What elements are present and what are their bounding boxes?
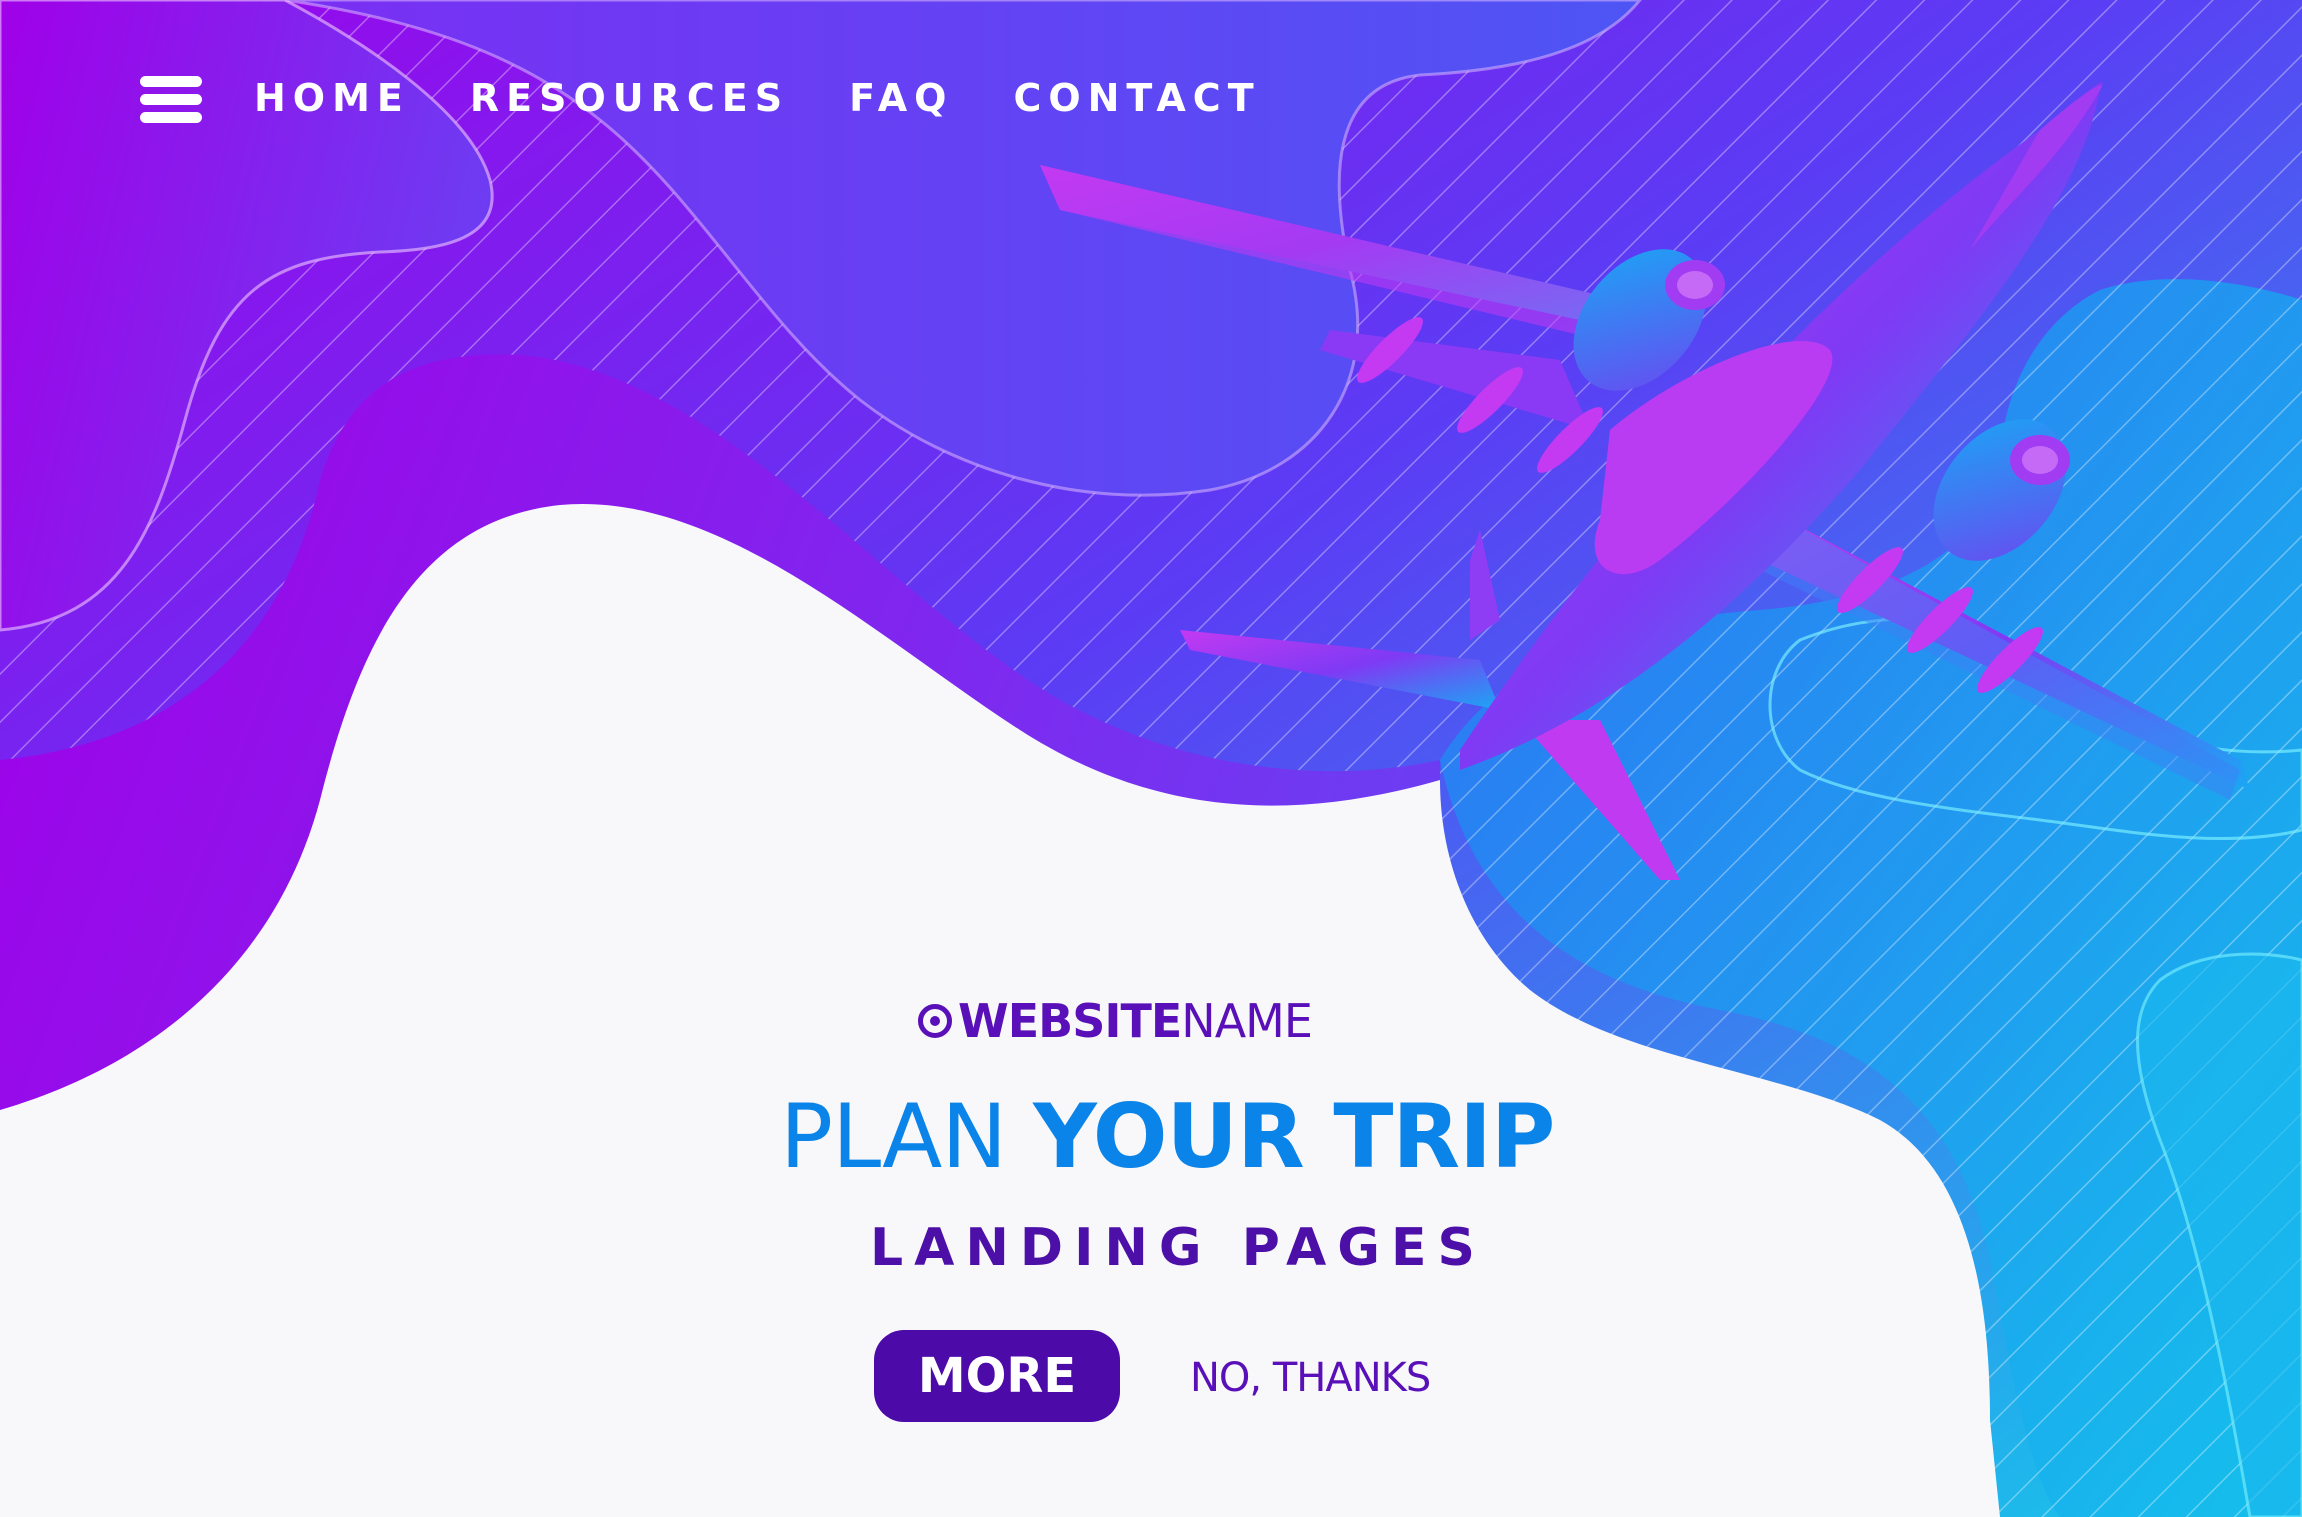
headline-bold: YOUR TRIP [1033,1085,1555,1188]
headline-light: PLAN [780,1085,1034,1188]
nav-item-faq[interactable]: FAQ [849,76,953,120]
hero-subheadline: LANDING PAGES [870,1218,1486,1278]
top-navigation: HOME RESOURCES FAQ CONTACT [140,68,1321,128]
no-thanks-link[interactable]: NO, THANKS [1190,1350,1431,1406]
nav-item-resources[interactable]: RESOURCES [470,76,789,120]
brand-name-bold: WEBSITE [958,994,1182,1048]
nav-item-home[interactable]: HOME [254,76,410,120]
target-icon [918,1004,952,1038]
brand-logo: WEBSITE NAME [918,994,1388,1048]
brand-name-light: NAME [1181,994,1313,1048]
hero-headline: PLAN YOUR TRIP [780,1085,1560,1188]
more-button[interactable]: MORE [874,1330,1120,1422]
nav-item-contact[interactable]: CONTACT [1013,76,1260,120]
hamburger-menu-icon[interactable] [140,71,202,125]
hero-background [0,0,2302,1517]
